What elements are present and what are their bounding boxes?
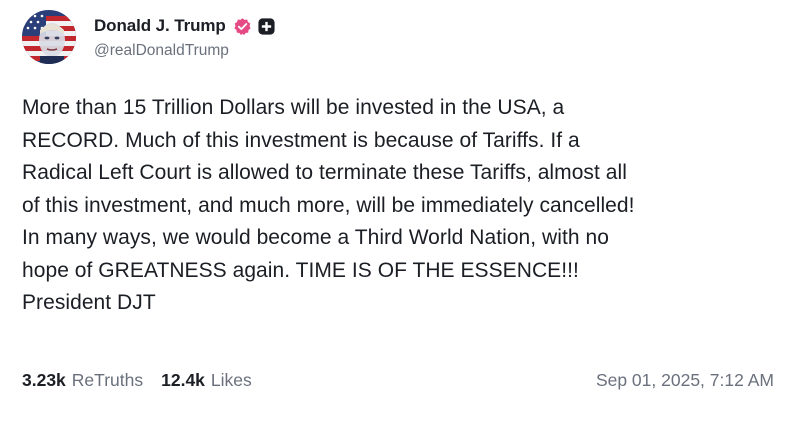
- name-row: Donald J. Trump: [94, 15, 275, 37]
- plus-badge-icon: [258, 17, 275, 35]
- retruths-label[interactable]: ReTruths: [72, 370, 143, 391]
- post-timestamp[interactable]: Sep 01, 2025, 7:12 AM: [596, 370, 774, 391]
- post-card: Donald J. Trump @realDonaldTrump More th…: [0, 0, 800, 422]
- verified-badge-icon: [233, 17, 252, 36]
- display-name[interactable]: Donald J. Trump: [94, 16, 226, 36]
- post-header: Donald J. Trump @realDonaldTrump: [22, 10, 275, 64]
- likes-count[interactable]: 12.4k: [161, 370, 205, 391]
- avatar-image: [22, 10, 76, 64]
- author-handle[interactable]: @realDonaldTrump: [94, 42, 275, 60]
- retruths-count[interactable]: 3.23k: [22, 370, 66, 391]
- post-stats: 3.23k ReTruths 12.4k Likes: [22, 370, 252, 391]
- post-body-text: More than 15 Trillion Dollars will be in…: [22, 96, 635, 314]
- likes-label[interactable]: Likes: [211, 370, 252, 391]
- avatar[interactable]: [22, 10, 76, 64]
- author-identity: Donald J. Trump @realDonaldTrump: [94, 10, 275, 60]
